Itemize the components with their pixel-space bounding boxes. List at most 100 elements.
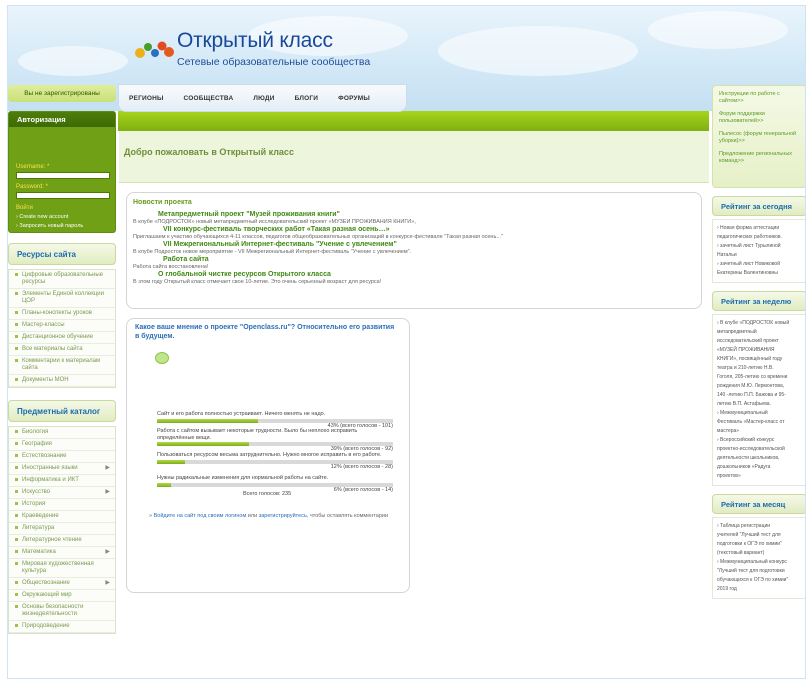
rating-line[interactable]: Натальи: [717, 251, 802, 260]
resource-item[interactable]: Документы МОН: [9, 375, 115, 387]
catalog-item[interactable]: Основы безопасности жизнедеятельности: [9, 602, 115, 621]
rating-line[interactable]: педагогических работников.: [717, 233, 802, 242]
rating-line[interactable]: 140 -летию П.П. Бажова и 95-: [717, 391, 802, 400]
catalog-item[interactable]: Математика ▶: [9, 547, 115, 559]
rating-line[interactable]: КНИГИ», посвящённый году: [717, 355, 802, 364]
resource-item[interactable]: Цифровые образовательные ресурсы: [9, 270, 115, 289]
catalog-item[interactable]: История: [9, 499, 115, 511]
catalog-item[interactable]: Мировая художественная культура: [9, 559, 115, 578]
news-item-title[interactable]: VII Межрегиональный Интернет-фестиваль "…: [133, 241, 695, 249]
rating-week-title: Рейтинг за неделю: [712, 291, 805, 311]
rating-line[interactable]: Фестиваль «Мастер-класс от: [717, 418, 802, 427]
help-link[interactable]: Пылесос (форум генеральной уборки)>>: [719, 131, 800, 145]
left-sidebar: Вы не зарегистрированы Авторизация Usern…: [8, 85, 116, 678]
username-input[interactable]: [16, 172, 110, 179]
nav-regions[interactable]: РЕГИОНЫ: [129, 95, 164, 102]
catalog-item-label: Мировая художественная культура: [22, 561, 94, 574]
catalog-item[interactable]: География: [9, 439, 115, 451]
nav-forums[interactable]: ФОРУМЫ: [338, 95, 370, 102]
catalog-item-label: Биология: [22, 429, 49, 435]
catalog-item[interactable]: Иностранные языки ▶: [9, 463, 115, 475]
catalog-item[interactable]: Информатика и ИКТ: [9, 475, 115, 487]
create-account-link[interactable]: › Create new account: [16, 214, 68, 220]
nav-blogs[interactable]: БЛОГИ: [295, 95, 318, 102]
catalog-item-label: География: [22, 441, 52, 447]
resource-item[interactable]: Все материалы сайта: [9, 344, 115, 356]
rating-line[interactable]: обучающихся к ОГЭ по химии": [717, 576, 802, 585]
catalog-item[interactable]: Литературное чтение: [9, 535, 115, 547]
news-item-title[interactable]: О глобальной чистке ресурсов Открытого к…: [133, 271, 695, 279]
rating-line[interactable]: › Таблица регистрации: [717, 522, 802, 531]
rating-line[interactable]: › Всероссийский конкурс: [717, 436, 802, 445]
rating-line[interactable]: исследовательский проект: [717, 337, 802, 346]
catalog-item-label: Обществознание: [22, 580, 70, 586]
resource-item[interactable]: Дистанционное обучение: [9, 332, 115, 344]
catalog-item-label: Естествознание: [22, 453, 67, 459]
news-item-title[interactable]: VII конкурс-фестиваль творческих работ «…: [133, 226, 695, 234]
right-sidebar: Инструкции по работе с сайтом>> Форум по…: [712, 85, 805, 678]
poll-option-count: 12% (всего голосов - 28): [330, 463, 393, 470]
poll-bar-fill: [157, 459, 186, 464]
rating-line[interactable]: › Межмуниципальный конкурс: [717, 558, 802, 567]
rating-line[interactable]: подготовки к ОГЭ по химии": [717, 540, 802, 549]
catalog-item[interactable]: Искусство ▶: [9, 487, 115, 499]
rating-line[interactable]: › зачетный лист Новиковой: [717, 260, 802, 269]
rating-line[interactable]: проектов»: [717, 472, 802, 481]
rating-line[interactable]: метапредметный: [717, 328, 802, 337]
request-password-text: Запросить новый пароль: [19, 223, 84, 229]
resource-item[interactable]: Элементы Единой коллекции ЦОР: [9, 289, 115, 308]
main-nav: РЕГИОНЫ СООБЩЕСТВА ЛЮДИ БЛОГИ ФОРУМЫ: [118, 84, 407, 112]
help-link[interactable]: Инструкции по работе с сайтом>>: [719, 91, 800, 105]
login-button[interactable]: Войти: [16, 205, 33, 211]
news-item-body: В клубе «ПОДРОСТОК» новый метапредметный…: [133, 219, 416, 225]
poll-bar: [157, 418, 393, 423]
catalog-item[interactable]: Природоведение: [9, 621, 115, 633]
news-item-body: Приглашаем к участию обучающихся 4-11 кл…: [133, 234, 503, 240]
catalog-item-label: Окружающий мир: [22, 592, 72, 598]
rating-line[interactable]: учителей "Лучший тест для: [717, 531, 802, 540]
rating-month-title: Рейтинг за месяц: [712, 494, 805, 514]
news-item-title[interactable]: Работа сайта: [133, 256, 695, 264]
poll-bar: [157, 442, 393, 446]
help-link[interactable]: Форум поддержки пользователей>>: [719, 111, 800, 125]
rating-line[interactable]: › В клубе «ПОДРОСТОК новый: [717, 319, 802, 328]
nav-communities[interactable]: СООБЩЕСТВА: [184, 95, 234, 102]
rating-line[interactable]: › Межмуниципальный: [717, 409, 802, 418]
rating-line[interactable]: дошкольников «Радуга: [717, 463, 802, 472]
nav-people[interactable]: ЛЮДИ: [253, 95, 274, 102]
rating-line[interactable]: летию В.П. Астафьева.: [717, 400, 802, 409]
rating-line[interactable]: театра и 210-летию Н.В.: [717, 364, 802, 373]
register-link[interactable]: зарегистрируйтесь: [259, 513, 307, 519]
rating-line[interactable]: 2019 год: [717, 585, 802, 594]
catalog-item-label: Литература: [22, 525, 55, 531]
resource-item[interactable]: Мастер-классы: [9, 320, 115, 332]
catalog-item[interactable]: Окружающий мир: [9, 590, 115, 602]
rating-line[interactable]: Гоголя, 205-летию со времени: [717, 373, 802, 382]
rating-line[interactable]: проектно-исследовательской: [717, 445, 802, 454]
catalog-item[interactable]: Краеведение: [9, 511, 115, 523]
catalog-item[interactable]: Естествознание: [9, 451, 115, 463]
catalog-item[interactable]: Биология: [9, 427, 115, 439]
resource-item[interactable]: Комментарии к материалам сайта: [9, 356, 115, 375]
catalog-item[interactable]: Обществознание ▶: [9, 578, 115, 590]
rating-line[interactable]: мастера»: [717, 427, 802, 436]
resource-item[interactable]: Планы-конспекты уроков: [9, 308, 115, 320]
help-link[interactable]: Предложение региональных команд>>: [719, 151, 800, 165]
catalog-item-label: Основы безопасности жизнедеятельности: [22, 604, 84, 617]
rating-line[interactable]: деятельности школьников,: [717, 454, 802, 463]
login-link[interactable]: Войдите на сайт под своим логином: [154, 513, 247, 519]
rating-line[interactable]: рождения М.Ю. Лермонтова,: [717, 382, 802, 391]
catalog-menu: Биология География Естествознание Иностр…: [8, 426, 116, 634]
news-item-title[interactable]: Метапредметный проект "Музей проживания …: [133, 211, 695, 219]
rating-line[interactable]: «МУЗЕЙ ПРОЖИВАНИЯ: [717, 346, 802, 355]
rating-line[interactable]: › Новая форма аттестации: [717, 224, 802, 233]
request-password-link[interactable]: › Запросить новый пароль: [16, 223, 83, 229]
auth-title: Авторизация: [9, 112, 115, 127]
password-input[interactable]: [16, 192, 110, 199]
rating-line[interactable]: › зачетный лист Турылиной: [717, 242, 802, 251]
rating-line[interactable]: "Лучший тест для подготовки: [717, 567, 802, 576]
catalog-item[interactable]: Литература: [9, 523, 115, 535]
rating-line[interactable]: (текстовый вариант): [717, 549, 802, 558]
password-label: Password: *: [16, 184, 49, 190]
rating-line[interactable]: Екатерины Валентиновны: [717, 269, 802, 278]
